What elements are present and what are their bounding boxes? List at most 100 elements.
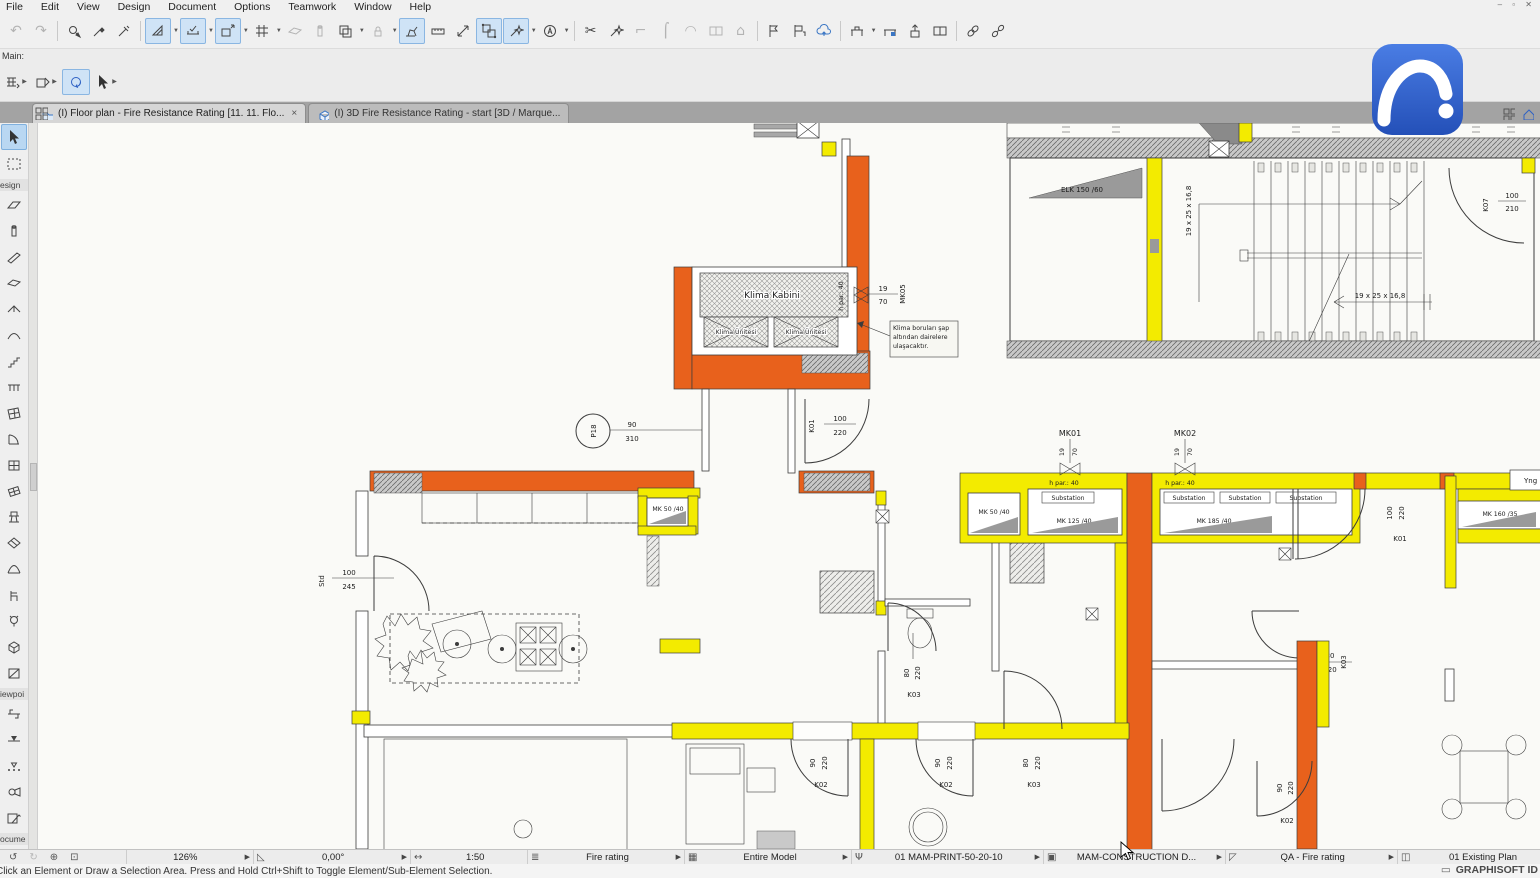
send-changes-icon[interactable] [903,19,927,43]
splitter-handle[interactable] [30,463,37,491]
toolbox-elevation-tool[interactable] [2,728,26,752]
dropdown-arrow[interactable]: ▼ [871,28,877,34]
stretch-icon[interactable] [451,19,475,43]
fillet-icon[interactable]: ⌐ [629,19,653,43]
fit-in-window-icon[interactable]: ⊡ [70,852,78,863]
trim-icon[interactable]: ◠ [679,19,703,43]
menu-item-design[interactable]: Design [118,1,151,13]
toolbox-interior-elevation-tool[interactable] [2,754,26,778]
toolbox-object-tool[interactable] [2,505,26,529]
menu-item-options[interactable]: Options [234,1,270,13]
toolbox-camera-tool[interactable] [2,780,26,804]
quick-options-icon[interactable] [1502,107,1515,120]
toolbox-markup-tool[interactable] [2,806,26,830]
toolbox-door-tool[interactable] [2,427,26,451]
layers-icon[interactable] [333,19,357,43]
menu-item-help[interactable]: Help [410,1,432,13]
pan-mode-button[interactable]: ▶ [2,69,30,95]
measure-icon[interactable] [426,19,450,43]
toolbox-lamp-tool[interactable] [2,609,26,633]
toolbox-morph-tool[interactable] [2,635,26,659]
quickbar-graphic-override[interactable]: ◸QA - Fire rating▶ [1226,850,1398,864]
grid-snap-icon[interactable] [250,19,274,43]
toolbox-section-tool[interactable] [2,702,26,726]
tab-overview-icon[interactable] [34,106,48,120]
modify-tool-icon[interactable] [399,18,425,44]
palette-splitter[interactable] [29,123,38,849]
menu-item-view[interactable]: View [77,1,100,13]
eyedropper-icon[interactable] [87,19,111,43]
window-controls[interactable]: – ▫ ✕ [1498,0,1536,9]
dropdown-arrow[interactable]: ▼ [276,28,282,34]
window-arrange-icon[interactable] [928,19,952,43]
dropdown-arrow[interactable]: ▼ [392,28,398,34]
flag-favorite-icon[interactable] [787,19,811,43]
menu-item-edit[interactable]: Edit [41,1,59,13]
back-icon[interactable]: ↺ [9,852,17,863]
close-icon[interactable]: × [291,108,297,119]
toolbox-window-tool[interactable] [2,453,26,477]
magic-wand-icon[interactable] [503,18,529,44]
link-icon[interactable] [961,19,985,43]
toolbox-column-tool[interactable] [2,219,26,243]
toolbox-zone-tool[interactable] [2,661,26,685]
home-view-icon[interactable] [1521,107,1534,120]
menu-item-teamwork[interactable]: Teamwork [288,1,336,13]
toolbox-roof-tool[interactable] [2,297,26,321]
toolbox-stair-tool[interactable] [2,349,26,373]
menu-item-document[interactable]: Document [168,1,216,13]
quickbar-orientation[interactable]: ◺0,00°▶ [254,850,411,864]
quickbar-structure-display[interactable]: ▦Entire Model▶ [685,850,852,864]
toolbox-marquee-tool[interactable] [2,152,26,176]
classification-icon[interactable] [845,19,869,43]
dropdown-arrow[interactable]: ▼ [208,28,214,34]
merge-icon[interactable] [704,19,728,43]
menu-item-file[interactable]: File [6,1,23,13]
toolbox-wall-tool[interactable] [2,193,26,217]
lock-icon[interactable] [366,19,390,43]
dropdown-arrow[interactable]: ▼ [173,28,179,34]
home-icon[interactable]: ⌂ [729,19,753,43]
intersect-icon[interactable]: ⌠ [654,19,678,43]
guide-lines-icon[interactable] [145,18,171,44]
tab-floor-plan[interactable]: (I) Floor plan - Fire Resistance Rating … [32,103,306,123]
orbit-mode-button[interactable] [62,69,90,95]
group-icon[interactable] [476,18,502,44]
zoom-in-icon[interactable]: ⊕ [50,852,58,863]
toolbox-curtain-wall-tool[interactable] [2,401,26,425]
toolbox-railing-tool[interactable] [2,375,26,399]
pick-up-parameters-icon[interactable] [62,19,86,43]
unlink-icon[interactable] [986,19,1010,43]
toolbox-shell2-tool[interactable] [2,557,26,581]
navigation-buttons[interactable]: ↺ ↻ ⊕ ⊡ [0,850,127,864]
undo-icon[interactable]: ↶ [4,19,28,43]
dropdown-arrow[interactable]: ▼ [359,28,365,34]
toolbox-beam-tool[interactable] [2,245,26,269]
properties-icon[interactable] [878,19,902,43]
toolbox-roof-accessory-tool[interactable] [2,531,26,555]
snap-guides-icon[interactable] [180,18,206,44]
dropdown-arrow[interactable]: ▼ [243,28,249,34]
annotation-icon[interactable] [538,19,562,43]
syringe-icon[interactable] [112,19,136,43]
redo-icon[interactable]: ↷ [29,19,53,43]
flag-icon[interactable] [762,19,786,43]
relative-construction-icon[interactable] [308,19,332,43]
quickbar-scale[interactable]: ↔1:50 [411,850,528,864]
gravity-icon[interactable] [283,19,307,43]
quickbar-zoom-level[interactable]: 126%▶ [127,850,254,864]
toolbox-slab-tool[interactable] [2,271,26,295]
toolbox-shell-tool[interactable] [2,323,26,347]
menu-item-window[interactable]: Window [354,1,391,13]
toolbox-select-tool[interactable] [1,124,27,150]
forward-icon[interactable]: ↻ [29,852,37,863]
coordinates-icon[interactable] [215,18,241,44]
dropdown-arrow[interactable]: ▼ [531,28,537,34]
dropdown-arrow[interactable]: ▼ [564,28,570,34]
zoom-mode-button[interactable]: ▶ [32,69,60,95]
toolbox-furniture-object-tool[interactable] [2,583,26,607]
cloud-upload-icon[interactable] [812,19,836,43]
toolbox-skylight-tool[interactable] [2,479,26,503]
adjust-icon[interactable] [604,19,628,43]
quickbar-pen-set[interactable]: Ψ01 MAM-PRINT-50-20-10▶ [852,850,1044,864]
